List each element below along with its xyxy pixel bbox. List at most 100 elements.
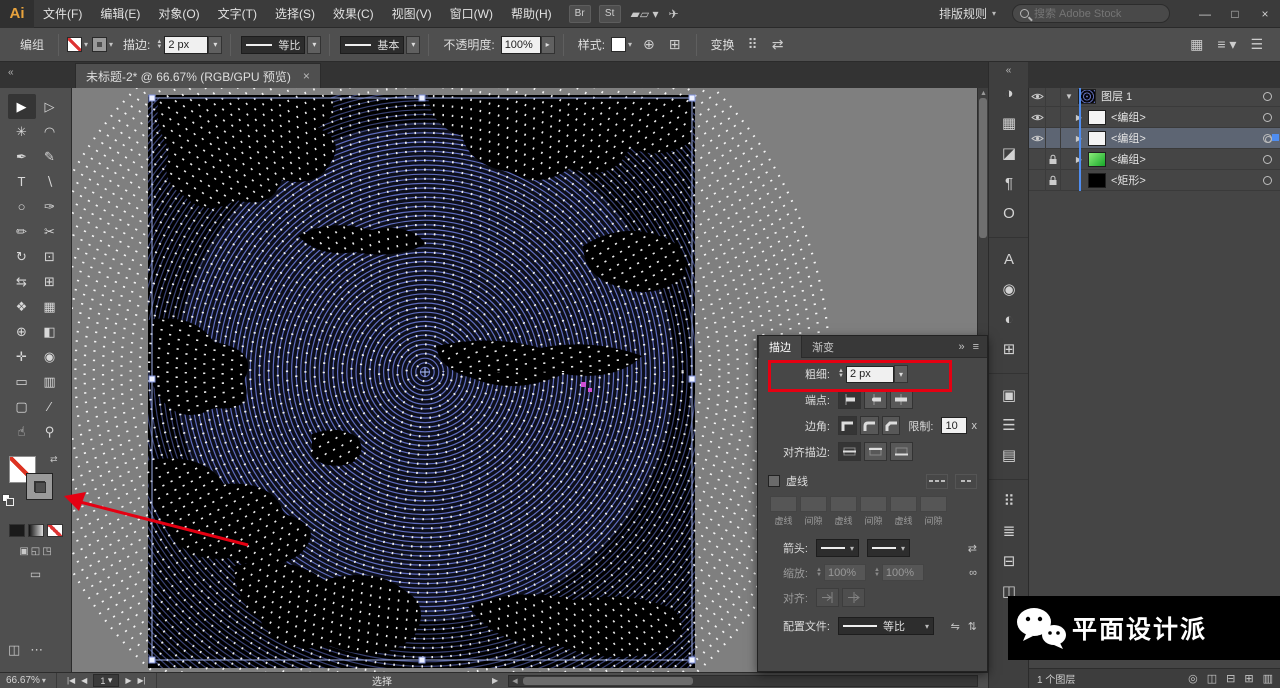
brush-definition-dropdown-arrow[interactable]: ▾ xyxy=(406,35,421,54)
perspective-grid-tool[interactable]: ▦ xyxy=(36,294,64,319)
cap-butt-button[interactable] xyxy=(838,390,861,409)
color-mode-button[interactable] xyxy=(8,524,25,537)
weight-input[interactable] xyxy=(845,365,894,383)
character-styles-icon[interactable]: A xyxy=(989,244,1029,274)
target-circle-icon[interactable] xyxy=(1263,133,1272,143)
dash-preserve-icon[interactable] xyxy=(925,473,948,489)
menu-item-6[interactable]: 视图(V) xyxy=(383,0,441,28)
layer-row-1[interactable]: ▶<编组> xyxy=(1029,106,1280,128)
pathfinder-icon[interactable]: ⠿ xyxy=(989,486,1029,516)
dash-input-4[interactable] xyxy=(890,496,917,512)
scale-tool[interactable]: ⊡ xyxy=(36,244,64,269)
arrange-documents-icon[interactable]: ▦ xyxy=(1190,36,1203,53)
join-bevel-button[interactable] xyxy=(881,416,901,435)
pen-tool[interactable]: ✒ xyxy=(8,144,36,169)
swap-arrowheads-icon[interactable]: ⇄ xyxy=(968,542,977,555)
last-artboard-button[interactable]: ▶| xyxy=(138,676,146,685)
locate-object-icon[interactable]: ◎ xyxy=(1188,672,1198,685)
stroke-swatch[interactable] xyxy=(26,473,53,500)
dash-input-3[interactable] xyxy=(860,496,887,512)
menu-item-4[interactable]: 选择(S) xyxy=(266,0,324,28)
menu-item-7[interactable]: 窗口(W) xyxy=(441,0,502,28)
arrow-align-cross-button[interactable] xyxy=(842,588,865,607)
empty-lock-cell[interactable] xyxy=(1046,106,1061,128)
workspace-switcher-icon[interactable]: ≡ ▾ xyxy=(1217,36,1236,53)
transform-link[interactable]: 变换 xyxy=(711,36,735,53)
align-icon[interactable]: ☰ xyxy=(989,410,1029,440)
tab-gradient[interactable]: 渐变 xyxy=(802,336,844,358)
shape-builder-tool[interactable]: ❖ xyxy=(8,294,36,319)
stroke-color-swatch[interactable] xyxy=(92,37,108,52)
dashed-line-checkbox[interactable] xyxy=(768,475,780,487)
direct-selection-tool[interactable]: ▷ xyxy=(36,94,64,119)
horizontal-scrollbar[interactable]: ◀ xyxy=(508,675,978,687)
empty-lock-cell[interactable] xyxy=(1046,127,1061,149)
lock-icon[interactable] xyxy=(1046,148,1061,170)
join-round-button[interactable] xyxy=(859,416,879,435)
draw-inside-icon[interactable]: ◳ xyxy=(42,546,51,557)
lock-icon[interactable] xyxy=(1046,169,1061,191)
appearance-icon[interactable]: ◉ xyxy=(989,274,1029,304)
stroke-dropdown-icon[interactable]: ▾ xyxy=(109,40,113,49)
weight-dropdown[interactable]: ▾ xyxy=(893,365,908,383)
empty-lock-cell[interactable] xyxy=(1046,85,1061,107)
transform-icon[interactable]: ▤ xyxy=(989,440,1029,470)
flip-across-icon[interactable]: ⇅ xyxy=(968,620,977,633)
menu-item-8[interactable]: 帮助(H) xyxy=(502,0,561,28)
curvature-tool[interactable]: ✎ xyxy=(36,144,64,169)
gradient-mode-button[interactable] xyxy=(27,524,44,537)
ellipse-tool[interactable]: ○ xyxy=(8,194,36,219)
layer-row-4[interactable]: <矩形> xyxy=(1029,169,1280,191)
arrowhead-end-dropdown[interactable]: ▾ xyxy=(867,539,911,557)
layer-thumbnail[interactable] xyxy=(1088,172,1106,188)
panel-menu-icon[interactable]: ≡ xyxy=(973,341,979,353)
arrowhead-start-dropdown[interactable]: ▾ xyxy=(816,539,860,557)
swap-fill-stroke-icon[interactable]: ⇄ xyxy=(50,454,58,465)
slice-tool[interactable]: ∕ xyxy=(36,394,64,419)
empty-visibility-cell[interactable] xyxy=(1029,148,1046,170)
graphic-styles-icon[interactable]: ◐ xyxy=(989,304,1029,334)
brushes-icon[interactable]: ◪ xyxy=(989,138,1029,168)
hscrollbar-thumb[interactable] xyxy=(523,677,693,685)
style-dropdown-icon[interactable]: ▾ xyxy=(628,40,632,49)
stock-button[interactable]: St xyxy=(598,4,621,23)
tab-stroke[interactable]: 描边 xyxy=(758,335,802,358)
recolor-icon[interactable]: ⇄ xyxy=(772,36,784,53)
magic-wand-tool[interactable]: ✳ xyxy=(8,119,36,144)
dash-input-0[interactable] xyxy=(770,496,797,512)
hand-tool[interactable]: ☝ xyxy=(8,419,36,444)
minimize-button[interactable]: — xyxy=(1190,0,1220,28)
layer-thumbnail[interactable] xyxy=(1088,151,1106,167)
expand-chevron-icon[interactable]: ▼ xyxy=(1063,92,1075,101)
flip-along-icon[interactable]: ⇋ xyxy=(951,620,960,633)
restore-button[interactable]: □ xyxy=(1220,0,1250,28)
layer-thumbnail[interactable] xyxy=(1088,130,1106,146)
layer-name[interactable]: 图层 1 xyxy=(1101,88,1263,104)
stroke-weight-stepper[interactable]: ▲ ▼ xyxy=(156,39,162,50)
scrollbar-thumb[interactable] xyxy=(979,98,987,238)
scroll-left-icon[interactable]: ◀ xyxy=(509,677,521,685)
style-swatch[interactable] xyxy=(611,37,627,52)
scissors-tool[interactable]: ✂ xyxy=(36,219,64,244)
color-icon[interactable]: ◑ xyxy=(989,78,1029,108)
tab-close-icon[interactable]: × xyxy=(303,69,310,83)
stock-search[interactable] xyxy=(1012,4,1176,23)
width-profile-dropdown[interactable]: 等比 xyxy=(241,35,306,54)
menu-item-1[interactable]: 编辑(E) xyxy=(91,0,149,28)
dash-input-2[interactable] xyxy=(830,496,857,512)
dock-collapse-icon[interactable]: « xyxy=(989,62,1028,78)
brush-definition-dropdown[interactable]: 基本 xyxy=(340,35,405,54)
new-layer-icon[interactable]: ⊞ xyxy=(1244,672,1253,685)
target-circle-icon[interactable] xyxy=(1263,112,1272,122)
blend-tool[interactable]: ◉ xyxy=(36,344,64,369)
menu-item-0[interactable]: 文件(F) xyxy=(34,0,91,28)
target-circle-icon[interactable] xyxy=(1263,91,1272,101)
eyedropper-tool[interactable]: ✛ xyxy=(8,344,36,369)
width-tool[interactable]: ⇆ xyxy=(8,269,36,294)
menu-item-3[interactable]: 文字(T) xyxy=(209,0,266,28)
layer-name[interactable]: <编组> xyxy=(1111,109,1263,125)
isolate-icon[interactable]: ⠿ xyxy=(748,36,758,53)
rotate-tool[interactable]: ↻ xyxy=(8,244,36,269)
glyphs-icon[interactable]: O xyxy=(989,198,1029,228)
type-tool[interactable]: T xyxy=(8,169,36,194)
